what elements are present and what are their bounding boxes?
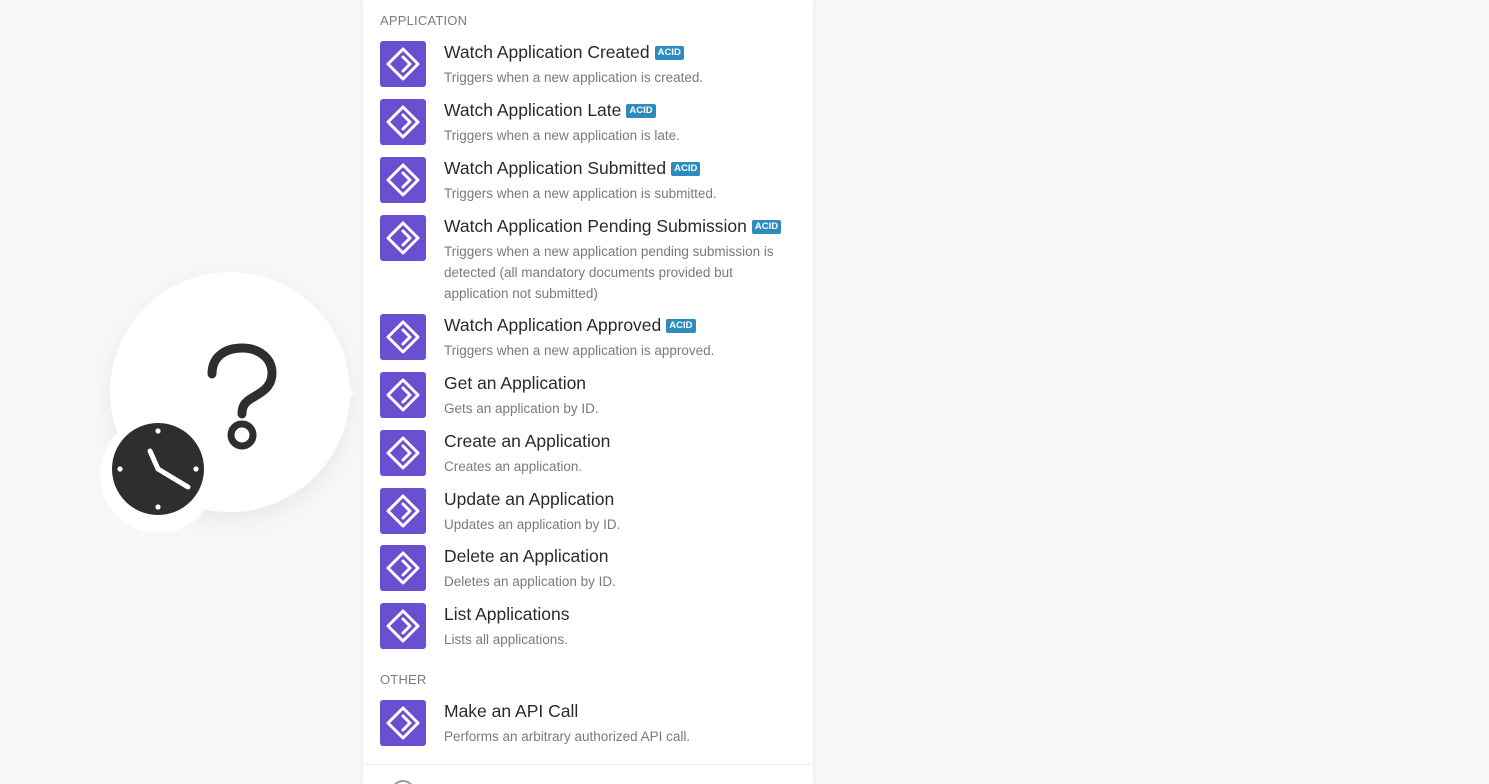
acid-badge: ACID — [654, 46, 684, 60]
app-icon — [380, 215, 426, 261]
acid-badge: ACID — [671, 162, 701, 176]
section-header-application: APPLICATION — [380, 13, 468, 28]
item-description: Triggers when a new application is submi… — [444, 186, 717, 201]
diamond-icon — [386, 378, 420, 412]
item-title: Watch Application Late — [444, 100, 622, 120]
app-icon — [380, 603, 426, 649]
question-mark-icon — [207, 343, 277, 450]
diamond-icon — [386, 163, 420, 197]
item-description: Performs an arbitrary authorized API cal… — [444, 729, 691, 744]
diamond-icon — [386, 320, 420, 354]
diamond-icon — [386, 609, 420, 643]
diamond-icon — [386, 494, 420, 528]
section-header-other: OTHER — [380, 672, 427, 687]
clock-icon — [112, 423, 204, 515]
item-title: Watch Application Submitted — [444, 158, 667, 178]
app-icon — [380, 545, 426, 591]
diamond-icon — [386, 221, 420, 255]
diamond-icon — [386, 706, 420, 740]
scenario-canvas: APPLICATION Watch Application Created ACI… — [0, 0, 1489, 784]
item-title: Watch Application Pending Submission — [444, 216, 747, 236]
module-pointer — [344, 384, 354, 402]
item-description: Triggers when a new application is creat… — [444, 70, 704, 85]
item-description: Triggers when a new application pending … — [444, 244, 774, 301]
diamond-icon — [386, 105, 420, 139]
item-title: Make an API Call — [444, 701, 579, 721]
app-icon — [380, 99, 426, 145]
app-icon — [380, 157, 426, 203]
trigger-badge[interactable] — [100, 417, 216, 533]
item-title: Watch Application Approved — [444, 315, 662, 335]
module-placeholder[interactable] — [100, 272, 360, 533]
app-icon — [380, 488, 426, 534]
item-description: Creates an application. — [444, 459, 583, 474]
panel-divider — [363, 764, 813, 765]
item-title: Delete an Application — [444, 546, 609, 566]
search-icon[interactable] — [391, 780, 415, 784]
item-title: Watch Application Created — [444, 42, 650, 62]
item-title: Create an Application — [444, 431, 611, 451]
item-description: Deletes an application by ID. — [444, 574, 616, 589]
item-description: Triggers when a new application is late. — [444, 128, 680, 143]
item-description: Gets an application by ID. — [444, 401, 599, 416]
item-description: Lists all applications. — [444, 632, 568, 647]
item-title: Get an Application — [444, 373, 587, 393]
diamond-icon — [386, 47, 420, 81]
item-title: Update an Application — [444, 489, 615, 509]
item-description: Updates an application by ID. — [444, 517, 621, 532]
acid-badge: ACID — [666, 319, 696, 333]
item-title: List Applications — [444, 604, 570, 624]
app-icon — [380, 372, 426, 418]
diamond-icon — [386, 436, 420, 470]
item-description: Triggers when a new application is appro… — [444, 343, 715, 358]
acid-badge: ACID — [751, 220, 782, 234]
acid-badge: ACID — [626, 104, 656, 118]
app-icon — [380, 314, 426, 360]
app-icon — [380, 41, 426, 87]
app-icon — [380, 700, 426, 746]
module-list-panel[interactable]: APPLICATION Watch Application Created ACI… — [363, 0, 813, 784]
app-icon — [380, 430, 426, 476]
diamond-icon — [386, 551, 420, 585]
